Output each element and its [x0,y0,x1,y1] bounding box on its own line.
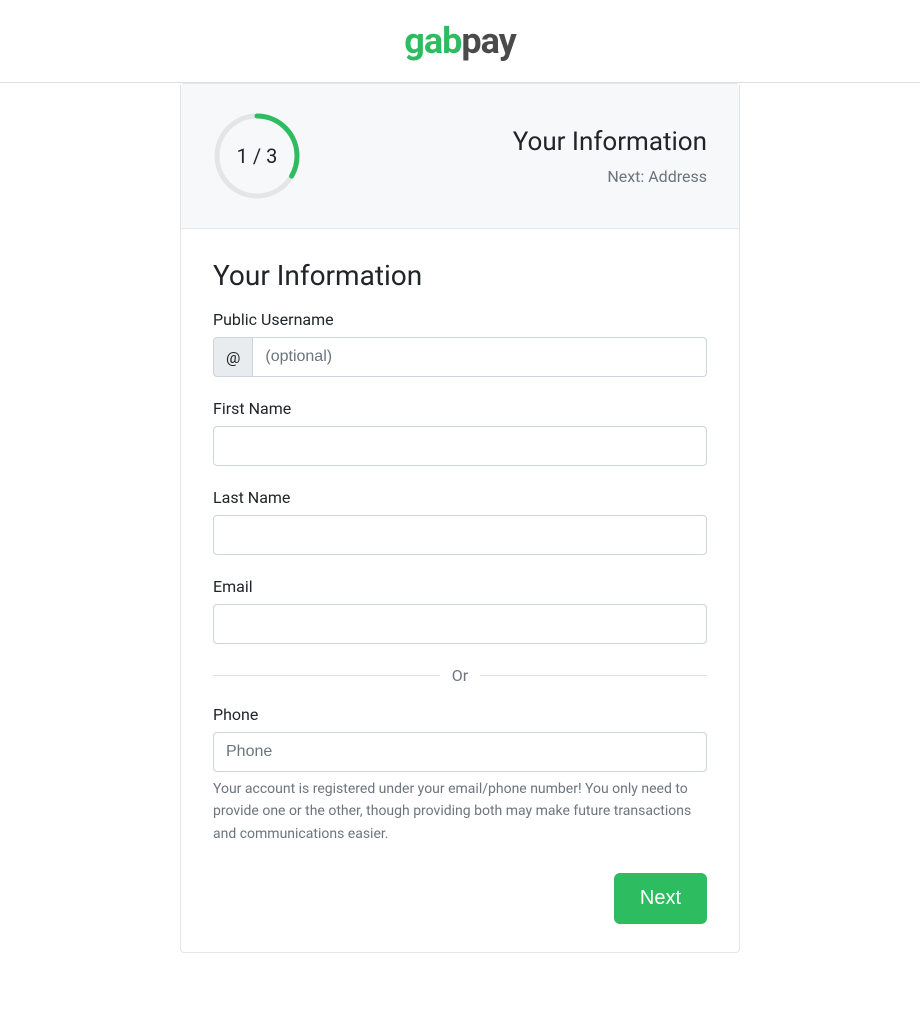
progress-next: Next: Address [513,167,707,186]
progress-title: Your Information [513,127,707,157]
logo-part-pay: pay [461,20,515,62]
form-body: Your Information Public Username @ First… [181,229,739,952]
email-label: Email [213,577,707,596]
username-input[interactable] [252,337,707,377]
next-button[interactable]: Next [614,873,707,924]
last-name-label: Last Name [213,488,707,507]
username-input-group: @ [213,337,707,377]
first-name-label: First Name [213,399,707,418]
divider-text: Or [440,666,480,685]
help-text: Your account is registered under your em… [213,778,707,845]
divider-line-right [480,675,707,676]
or-divider: Or [213,666,707,685]
last-name-group: Last Name [213,488,707,555]
logo-part-gab: gab [404,20,461,62]
phone-group: Phone Your account is registered under y… [213,705,707,845]
username-label: Public Username [213,310,707,329]
phone-label: Phone [213,705,707,724]
email-group: Email [213,577,707,644]
first-name-group: First Name [213,399,707,466]
email-input[interactable] [213,604,707,644]
divider-line-left [213,675,440,676]
logo: gabpay [404,20,515,62]
username-group: Public Username @ [213,310,707,377]
app-header: gabpay [0,0,920,83]
progress-step-text: 1 / 3 [213,112,301,200]
form-heading: Your Information [213,259,707,292]
first-name-input[interactable] [213,426,707,466]
progress-title-block: Your Information Next: Address [513,127,707,186]
username-prefix: @ [213,337,252,377]
progress-circle: 1 / 3 [213,112,301,200]
phone-input[interactable] [213,732,707,772]
progress-header: 1 / 3 Your Information Next: Address [181,84,739,229]
last-name-input[interactable] [213,515,707,555]
signup-card: 1 / 3 Your Information Next: Address You… [180,83,740,953]
form-actions: Next [213,873,707,924]
